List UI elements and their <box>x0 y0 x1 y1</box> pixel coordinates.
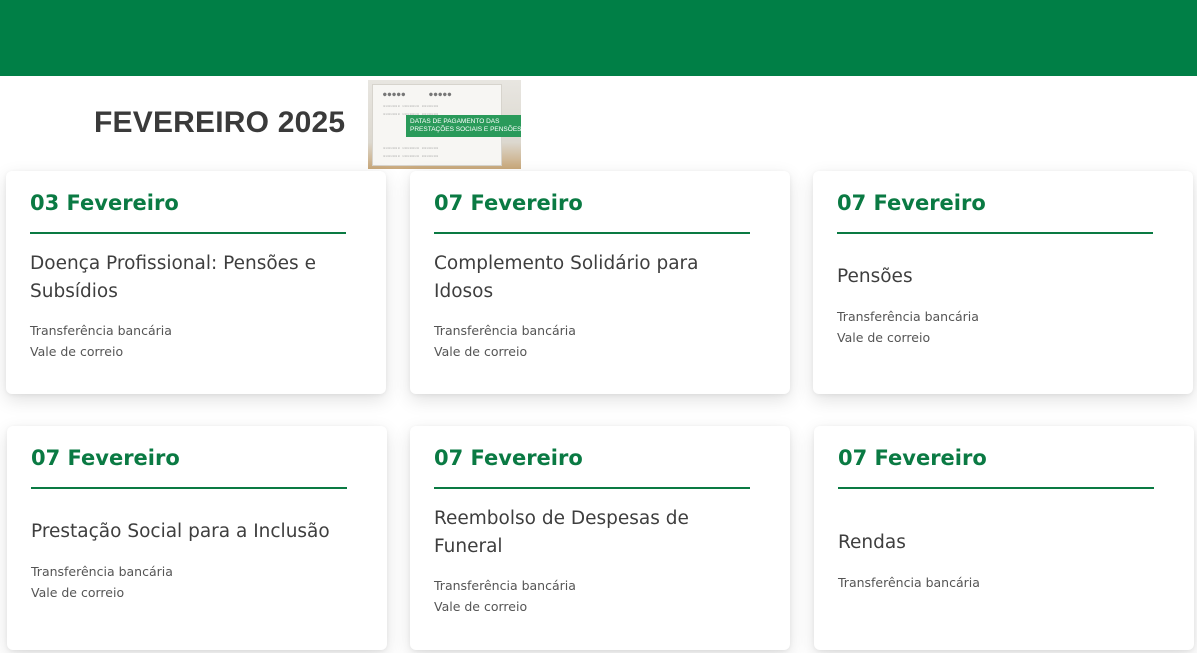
card-divider <box>31 487 347 489</box>
payment-method: Transferência bancária <box>838 575 980 590</box>
calendar-grid-icon: ▫▫▫▫▫▫▫ ▫▫▫▫▫▫▫ ▫▫▫▫▫▫▫ <box>383 145 439 150</box>
payment-card[interactable]: 03 Fevereiro Doença Profissional: Pensõe… <box>6 171 386 394</box>
payment-method: Transferência bancária <box>31 564 173 579</box>
payment-title: Doença Profissional: Pensões e Subsídios <box>30 253 316 302</box>
calendar-rings-icon: ●●●●● ●●●●● <box>383 91 453 98</box>
payment-method: Transferência bancária <box>434 323 576 338</box>
payment-method: Vale de correio <box>31 585 125 600</box>
card-divider <box>837 232 1153 234</box>
payment-title: Pensões <box>837 266 913 287</box>
calendar-caption-strip: DATAS DE PAGAMENTO DAS PRESTAÇÕES SOCIAI… <box>406 115 521 137</box>
payment-card[interactable]: 07 Fevereiro Prestação Social para a Inc… <box>7 426 387 650</box>
payment-title: Prestação Social para a Inclusão <box>31 521 330 542</box>
payment-method: Vale de correio <box>30 344 124 359</box>
payment-card[interactable]: 07 Fevereiro Rendas Transferência bancár… <box>814 426 1194 650</box>
payment-method: Vale de correio <box>434 344 528 359</box>
top-header-bar <box>0 0 1197 76</box>
calendar-grid-icon: ▫▫▫▫▫▫▫ ▫▫▫▫▫▫▫ ▫▫▫▫▫▫▫ <box>383 103 439 108</box>
calendar-caption-line1: DATAS DE PAGAMENTO DAS <box>410 118 500 125</box>
month-banner-title: FEVEREIRO 2025 <box>94 106 346 139</box>
month-banner: FEVEREIRO 2025 <box>62 80 368 166</box>
payment-date: 07 Fevereiro <box>434 191 583 215</box>
payment-method: Vale de correio <box>434 599 528 614</box>
payment-method: Vale de correio <box>837 330 931 345</box>
payment-card[interactable]: 07 Fevereiro Reembolso de Despesas de Fu… <box>410 426 790 650</box>
payment-card[interactable]: 07 Fevereiro Complemento Solidário para … <box>410 171 790 394</box>
card-divider <box>434 487 750 489</box>
payment-title: Complemento Solidário para Idosos <box>434 253 699 302</box>
payment-date: 07 Fevereiro <box>434 446 583 470</box>
payment-method: Transferência bancária <box>837 309 979 324</box>
card-divider <box>838 487 1154 489</box>
payment-title: Reembolso de Despesas de Funeral <box>434 508 689 557</box>
payment-method: Transferência bancária <box>30 323 172 338</box>
payment-date: 03 Fevereiro <box>30 191 179 215</box>
card-divider <box>30 232 346 234</box>
payment-card[interactable]: 07 Fevereiro Pensões Transferência bancá… <box>813 171 1193 394</box>
payment-date: 07 Fevereiro <box>837 191 986 215</box>
card-divider <box>434 232 750 234</box>
payment-title: Rendas <box>838 532 906 553</box>
payment-date: 07 Fevereiro <box>838 446 987 470</box>
payment-date: 07 Fevereiro <box>31 446 180 470</box>
calendar-grid-icon: ▫▫▫▫▫▫▫ ▫▫▫▫▫▫▫ ▫▫▫▫▫▫▫ <box>383 153 439 158</box>
calendar-caption-line2: PRESTAÇÕES SOCIAIS E PENSÕES <box>410 126 521 133</box>
payment-method: Transferência bancária <box>434 578 576 593</box>
calendar-banner-image: ●●●●● ●●●●● ▫▫▫▫▫▫▫ ▫▫▫▫▫▫▫ ▫▫▫▫▫▫▫ ▫▫▫▫… <box>368 80 521 169</box>
